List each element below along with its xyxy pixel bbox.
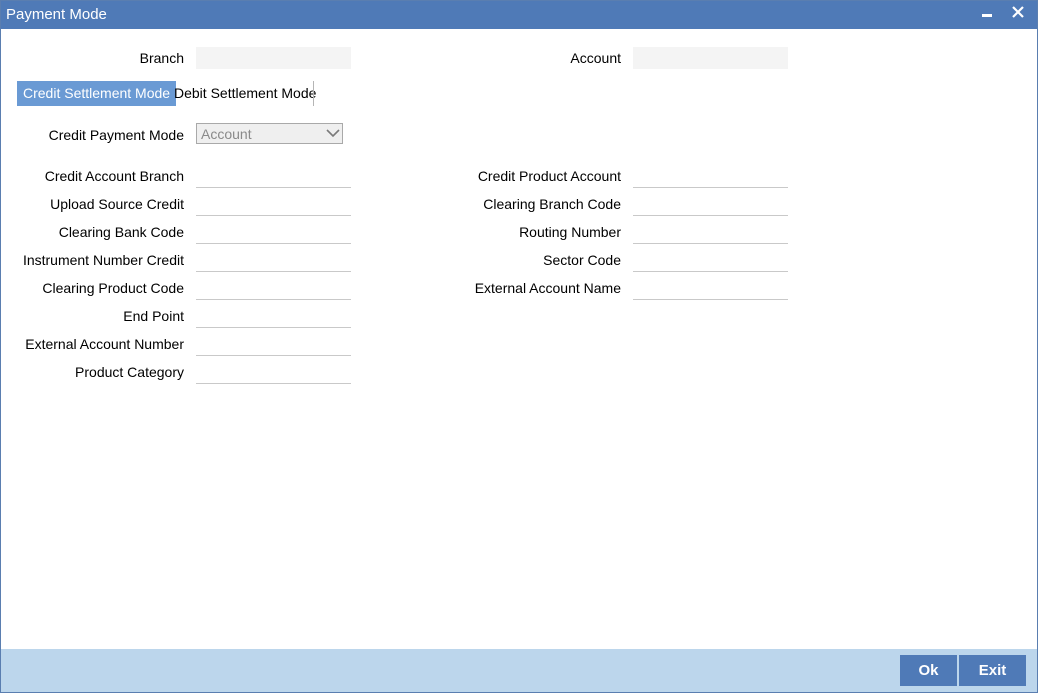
clearing-bank-code-label: Clearing Bank Code [58, 224, 184, 240]
account-input[interactable] [633, 47, 788, 69]
external-account-number-input[interactable] [196, 334, 351, 356]
sector-code-input[interactable] [633, 250, 788, 272]
upload-source-credit-field[interactable] [196, 194, 351, 216]
upload-source-credit-label: Upload Source Credit [50, 196, 184, 212]
upload-source-credit-input[interactable] [196, 194, 351, 216]
credit-payment-mode-value: Account [201, 126, 252, 142]
external-account-name-label: External Account Name [474, 280, 621, 296]
end-point-input[interactable] [196, 306, 351, 328]
footer-bar: Ok Exit [1, 649, 1037, 692]
ok-button[interactable]: Ok [900, 655, 957, 686]
external-account-name-field[interactable] [633, 278, 788, 300]
routing-number-field[interactable] [633, 222, 788, 244]
window-title: Payment Mode [6, 6, 107, 23]
branch-input[interactable] [196, 47, 351, 69]
exit-button[interactable]: Exit [959, 655, 1026, 686]
tab-credit-settlement-mode[interactable]: Credit Settlement Mode [17, 81, 177, 106]
sector-code-label: Sector Code [543, 252, 621, 268]
clearing-branch-code-field[interactable] [633, 194, 788, 216]
instrument-number-credit-label: Instrument Number Credit [22, 252, 184, 268]
credit-account-branch-label: Credit Account Branch [44, 168, 184, 184]
end-point-label: End Point [123, 308, 184, 324]
clearing-branch-code-label: Clearing Branch Code [483, 196, 621, 212]
end-point-field[interactable] [196, 306, 351, 328]
clearing-bank-code-field[interactable] [196, 222, 351, 244]
tab-debit-settlement-mode[interactable]: Debit Settlement Mode [168, 81, 322, 106]
product-category-label: Product Category [75, 364, 184, 380]
clearing-bank-code-input[interactable] [196, 222, 351, 244]
instrument-number-credit-input[interactable] [196, 250, 351, 272]
close-icon[interactable] [1007, 3, 1029, 25]
routing-number-label: Routing Number [519, 224, 621, 240]
external-account-name-input[interactable] [633, 278, 788, 300]
product-category-field[interactable] [196, 362, 351, 384]
clearing-product-code-field[interactable] [196, 278, 351, 300]
minimize-icon[interactable] [976, 3, 998, 25]
product-category-input[interactable] [196, 362, 351, 384]
credit-account-branch-field[interactable] [196, 166, 351, 188]
external-account-number-field[interactable] [196, 334, 351, 356]
account-field[interactable] [633, 47, 788, 69]
external-account-number-label: External Account Number [25, 336, 184, 352]
tab-divider [313, 81, 314, 106]
instrument-number-credit-field[interactable] [196, 250, 351, 272]
chevron-down-icon [326, 129, 340, 138]
branch-label: Branch [139, 50, 184, 66]
routing-number-input[interactable] [633, 222, 788, 244]
clearing-branch-code-input[interactable] [633, 194, 788, 216]
payment-mode-window: Payment Mode Branch Account Credit Settl… [0, 0, 1038, 693]
clearing-product-code-input[interactable] [196, 278, 351, 300]
account-label: Account [570, 50, 621, 66]
sector-code-field[interactable] [633, 250, 788, 272]
title-bar: Payment Mode [1, 1, 1037, 29]
credit-product-account-label: Credit Product Account [477, 168, 621, 184]
credit-account-branch-input[interactable] [196, 166, 351, 188]
credit-payment-mode-select[interactable]: Account [196, 123, 343, 144]
credit-payment-mode-label: Credit Payment Mode [48, 127, 184, 143]
credit-product-account-field[interactable] [633, 166, 788, 188]
clearing-product-code-label: Clearing Product Code [42, 280, 184, 296]
credit-product-account-input[interactable] [633, 166, 788, 188]
branch-field[interactable] [196, 47, 351, 69]
